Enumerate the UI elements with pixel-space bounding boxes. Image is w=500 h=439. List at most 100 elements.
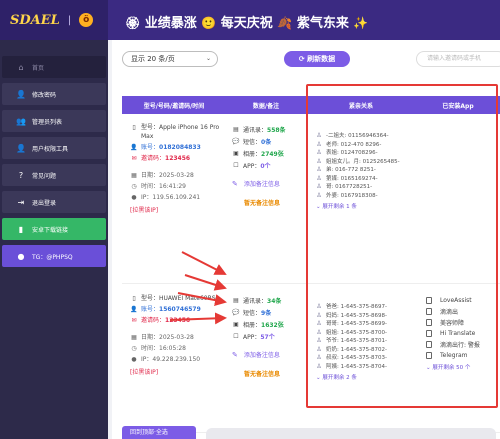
user-key-icon: 👤: [16, 89, 26, 99]
app-icon: ☐: [233, 332, 239, 340]
location-icon: ●: [131, 356, 137, 363]
calendar-icon: ▦: [131, 172, 137, 179]
contacts-count: 34条: [267, 297, 282, 305]
photos-icon: ▣: [233, 149, 239, 157]
invite-icon: ✉: [131, 155, 137, 162]
contacts-count: 558条: [267, 126, 286, 134]
add-note-button[interactable]: ✎ 添加备注信息: [232, 179, 306, 189]
app-count: 57个: [260, 333, 275, 341]
sidebar-item-label: 退出登录: [32, 199, 57, 207]
invite-value: 123456: [165, 155, 191, 162]
search-input[interactable]: 请输入邀请码或手机: [416, 51, 500, 67]
slogan: 🏵 业绩暴涨 🙂 每天庆祝 🍂 紫气东来 ✨: [125, 12, 368, 31]
sidebar-item-logout[interactable]: ⇥ 退出登录: [2, 191, 106, 213]
user-badge-icon[interactable]: ö: [79, 13, 94, 27]
contacts-label: 通讯录：: [243, 297, 268, 305]
sms-icon: 💬: [232, 137, 240, 145]
logout-icon: ⇥: [17, 197, 25, 207]
android-icon: ▮: [18, 224, 24, 234]
clock-icon: ◷: [131, 345, 137, 352]
slogan-part-1: 业绩暴涨: [144, 16, 197, 31]
sms-count: 0条: [261, 138, 272, 146]
account-value: 0182084833: [159, 144, 201, 151]
slogan-part-2: 每天庆祝: [220, 16, 273, 31]
logo-separator: |: [67, 14, 72, 26]
note-value: 暂无备注信息: [244, 200, 281, 207]
add-note-label: 添加备注信息: [243, 352, 280, 359]
sidebar-item-faq[interactable]: ? 常见问题: [2, 164, 106, 186]
photos-label: 相册：: [243, 321, 262, 329]
stats-cell: ▤ 通讯录： 558条 💬 短信： 0条 ▣ 相册： 2749张 ☐ APP： …: [226, 114, 306, 283]
refresh-button[interactable]: ⟳ 刷新数据: [284, 51, 350, 67]
sidebar-item-android-download[interactable]: ▮ 安卓下载链接: [2, 218, 106, 240]
date-value: 日期：2025-03-28: [141, 172, 194, 179]
edit-icon: ✎: [232, 350, 238, 359]
phone-icon: ▯: [132, 295, 136, 302]
sms-label: 短信：: [243, 309, 262, 317]
device-cell: ▯ 型号：HUAWEI Mate60RS 👤 账号： 1560746579 ✉ …: [122, 285, 226, 432]
add-note-label: 添加备注信息: [243, 181, 280, 188]
page-size-select[interactable]: 显示 20 条/页 ⌄: [122, 51, 218, 67]
block-ip-link[interactable]: [拉黑该IP]: [130, 368, 226, 377]
sidebar-item-label: 管理员列表: [32, 118, 63, 126]
block-ip-link[interactable]: [拉黑该IP]: [130, 206, 226, 215]
sidebar: ⌂ 首页 👤 修改密码 👥 管理员列表 👤 用户权限工具 ? 常见问题 ⇥ 退出…: [0, 40, 108, 439]
device-model: 型号：Apple iPhone 16 Pro Max: [141, 124, 220, 140]
contacts-label: 通讯录：: [243, 126, 268, 134]
invite-value: 123456: [165, 317, 191, 324]
time-value: 时间：16:41:29: [141, 183, 186, 190]
photos-icon: ▣: [233, 320, 239, 328]
user-perm-icon: 👤: [16, 143, 26, 153]
calendar-icon: ▦: [131, 334, 137, 341]
sidebar-item-telegram[interactable]: ● TG：@PHPSQ: [2, 245, 106, 267]
admins-icon: 👥: [16, 116, 26, 126]
refresh-label: 刷新数据: [307, 55, 336, 63]
photos-count: 1632张: [261, 321, 284, 329]
phone-icon: ▯: [132, 124, 136, 131]
column-header-device: 型号/号码/邀请码/时间: [143, 102, 205, 110]
date-value: 日期：2025-03-28: [141, 334, 194, 341]
sidebar-item-label: 安卓下载链接: [32, 226, 69, 234]
sidebar-item-label: 修改密码: [32, 91, 57, 99]
device-model: 型号：HUAWEI Mate60RS: [141, 295, 216, 302]
app-icon: ☐: [233, 161, 239, 169]
photos-count: 2749张: [261, 150, 284, 158]
account-label: 账号：: [141, 144, 160, 151]
question-icon: ?: [18, 170, 24, 180]
telegram-icon: ●: [17, 251, 25, 261]
back-to-top-button[interactable]: 回到顶部·全选: [122, 426, 196, 439]
account-label: 账号：: [141, 306, 160, 313]
note-value: 暂无备注信息: [244, 371, 281, 378]
invite-icon: ✉: [131, 317, 137, 324]
sidebar-item-label: TG：@PHPSQ: [32, 253, 73, 261]
user-icon: 👤: [130, 306, 138, 313]
refresh-icon: ⟳: [298, 55, 305, 63]
highlight-frame: [306, 84, 498, 408]
add-note-button[interactable]: ✎ 添加备注信息: [232, 350, 306, 360]
stats-cell: ▤ 通讯录： 34条 💬 短信： 9条 ▣ 相册： 1632张 ☐ APP： 5…: [226, 285, 306, 432]
flower-icon: 🏵: [125, 16, 141, 30]
clock-icon: ◷: [131, 183, 137, 190]
app-count: 0个: [260, 162, 271, 170]
ip-value: IP：119.56.109.241: [141, 194, 201, 201]
sidebar-item-change-password[interactable]: 👤 修改密码: [2, 83, 106, 105]
sidebar-item-admins[interactable]: 👥 管理员列表: [2, 110, 106, 132]
invite-label: 邀请码：: [141, 317, 166, 324]
sms-count: 9条: [261, 309, 272, 317]
device-cell: ▯ 型号：Apple iPhone 16 Pro Max 👤 账号： 01820…: [122, 114, 226, 283]
photos-label: 相册：: [243, 150, 262, 158]
sidebar-item-label: 常见问题: [32, 172, 57, 180]
sidebar-item-home[interactable]: ⌂ 首页: [2, 56, 106, 78]
location-icon: ●: [131, 194, 137, 201]
sms-label: 短信：: [243, 138, 262, 146]
sidebar-item-user-permissions[interactable]: 👤 用户权限工具: [2, 137, 106, 159]
chevron-down-icon: ⌄: [205, 55, 211, 62]
horizontal-scrollbar[interactable]: [206, 428, 496, 439]
slogan-part-3: 紫气东来: [296, 16, 349, 31]
invite-label: 邀请码：: [141, 155, 166, 162]
edit-icon: ✎: [232, 179, 238, 188]
smile-icon: 🙂: [201, 16, 217, 30]
sidebar-item-label: 用户权限工具: [32, 145, 69, 153]
sms-icon: 💬: [232, 308, 240, 316]
contacts-icon: ▤: [233, 296, 239, 304]
